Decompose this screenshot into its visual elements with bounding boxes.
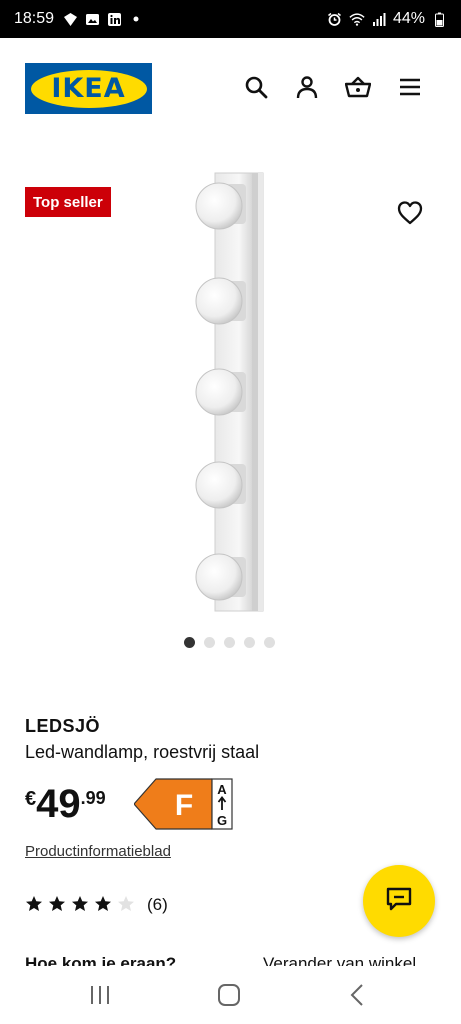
search-icon[interactable] xyxy=(243,74,269,100)
rating-stars[interactable] xyxy=(25,895,135,913)
alarm-icon xyxy=(327,11,343,27)
wifi-icon xyxy=(349,11,365,27)
price-currency: € xyxy=(25,788,37,810)
chat-icon xyxy=(386,887,412,916)
image-carousel-dots xyxy=(184,637,275,648)
ikea-logo[interactable]: IKEA xyxy=(25,63,152,114)
menu-icon[interactable] xyxy=(397,74,423,100)
energy-class: F xyxy=(175,789,193,822)
carousel-dot-4[interactable] xyxy=(244,637,255,648)
logo-oval: IKEA xyxy=(30,69,147,108)
carousel-dot-5[interactable] xyxy=(264,637,275,648)
product-price: € 49 .99 xyxy=(25,782,106,826)
recent-apps-icon[interactable] xyxy=(86,982,114,1008)
chat-button[interactable] xyxy=(363,865,435,937)
back-icon[interactable] xyxy=(344,982,372,1008)
bulb-2 xyxy=(195,277,246,325)
system-navigation-bar xyxy=(0,966,461,1024)
status-time: 18:59 xyxy=(14,10,55,27)
product-info-sheet-link[interactable]: Productinformatieblad xyxy=(25,843,171,860)
bulb-4 xyxy=(195,461,246,509)
star-filled-icon xyxy=(95,896,111,911)
gallery-icon xyxy=(84,11,100,27)
price-integer: 49 xyxy=(36,782,81,826)
price-decimal: .99 xyxy=(80,788,106,808)
status-bar: 18:59 44% xyxy=(0,0,461,38)
product-image[interactable] xyxy=(190,170,270,615)
dot-icon xyxy=(128,11,144,27)
user-icon[interactable] xyxy=(294,74,320,100)
star-filled-icon xyxy=(49,896,65,911)
energy-label[interactable]: F A G xyxy=(133,777,234,831)
availability-heading[interactable]: Hoe kom je eraan? xyxy=(25,954,176,966)
star-filled-icon xyxy=(26,896,42,911)
bulb-5 xyxy=(195,553,246,601)
signal-icon xyxy=(371,11,387,27)
carousel-dot-3[interactable] xyxy=(224,637,235,648)
star-empty-icon xyxy=(118,896,134,911)
linkedin-icon xyxy=(106,11,122,27)
carousel-dot-1[interactable] xyxy=(184,637,195,648)
cut-off-row: Hoe kom je eraan? Verander van winkel xyxy=(0,952,461,966)
change-store-link[interactable]: Verander van winkel xyxy=(263,954,416,966)
battery-percent: 44% xyxy=(392,10,425,27)
messenger-icon xyxy=(62,11,78,27)
carousel-dot-2[interactable] xyxy=(204,637,215,648)
favorite-heart-icon[interactable] xyxy=(397,200,423,226)
review-count[interactable]: (6) xyxy=(147,895,168,915)
top-seller-badge: Top seller xyxy=(25,187,111,217)
battery-icon xyxy=(431,11,447,27)
basket-icon[interactable] xyxy=(345,74,371,100)
energy-scale-bottom: G xyxy=(217,813,227,828)
app-header: IKEA xyxy=(0,38,461,138)
home-icon[interactable] xyxy=(215,982,243,1008)
logo-text: IKEA xyxy=(51,73,126,104)
bulb-1 xyxy=(195,182,246,230)
product-description: Led-wandlamp, roestvrij staal xyxy=(25,742,260,762)
bulb-3 xyxy=(195,368,246,416)
star-filled-icon xyxy=(72,896,88,911)
product-name: LEDSJÖ xyxy=(25,716,101,736)
energy-scale-top: A xyxy=(217,782,227,797)
